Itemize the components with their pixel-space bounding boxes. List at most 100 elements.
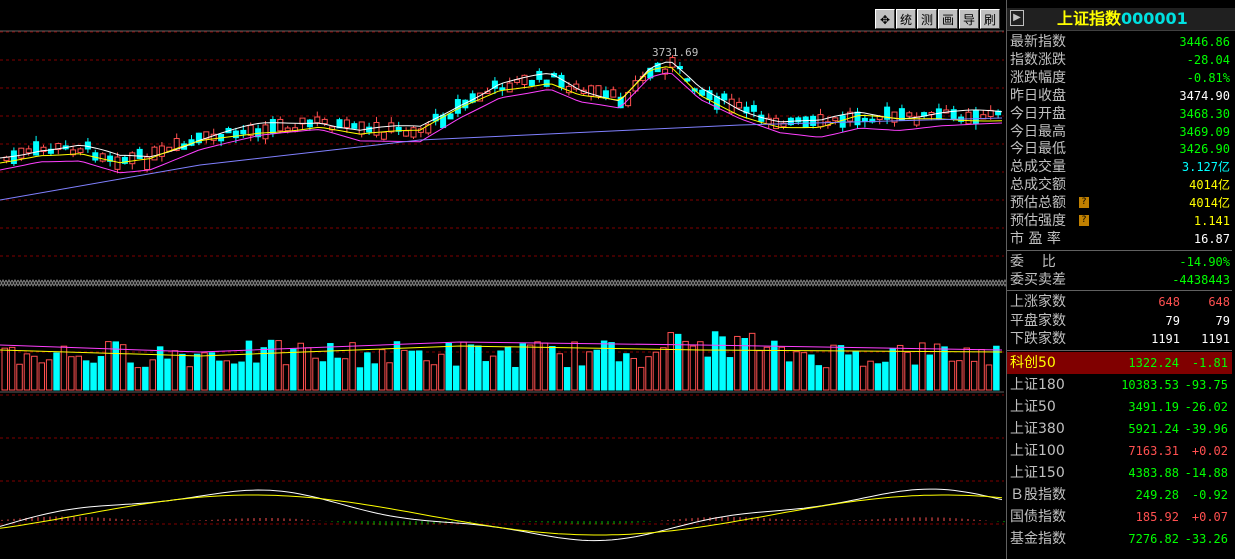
macd-dea-line xyxy=(0,494,1003,536)
breadth-label: 平盘家数 xyxy=(1010,312,1066,329)
candle-body xyxy=(543,79,550,87)
kline-chart[interactable] xyxy=(0,0,1006,559)
breadth-row: 平盘家数 79 79 xyxy=(1007,312,1232,330)
candle-body xyxy=(861,117,868,123)
candle-body xyxy=(750,105,757,112)
volume-bar xyxy=(193,353,201,391)
candle-body xyxy=(506,82,513,93)
index-row-change: -1.81 xyxy=(1191,356,1228,370)
stats-button[interactable]: 统 xyxy=(896,9,916,29)
volume-bar xyxy=(341,358,349,391)
volume-bar xyxy=(667,332,674,391)
index-row[interactable]: Ｂ股指数 249.28 -0.92 xyxy=(1007,484,1232,506)
volume-bar xyxy=(423,360,430,391)
volume-bar xyxy=(563,367,571,391)
panel-header: ▶ 上证指数000001 xyxy=(1007,8,1235,31)
order-row: 委买卖差 -4438443 xyxy=(1007,271,1232,289)
measure-button[interactable]: 测 xyxy=(917,9,937,29)
chart-area[interactable]: 3731.69 ✥ 统 测 画 导 刷 xyxy=(0,0,1006,559)
stat-value: 1.141 xyxy=(1193,214,1230,228)
index-row-label: Ｂ股指数 xyxy=(1010,487,1066,503)
index-row[interactable]: 基金指数 7276.82 -33.26 xyxy=(1007,528,1232,550)
index-row-change: -14.88 xyxy=(1184,466,1228,480)
candle-body xyxy=(77,148,84,154)
volume-bar xyxy=(852,350,859,391)
volume-bar xyxy=(238,361,245,391)
stat-label: 指数涨跌 xyxy=(1010,51,1066,68)
stat-label: 预估强度 xyxy=(1010,213,1066,229)
index-row[interactable]: 上证100 7163.31 +0.02 xyxy=(1007,440,1232,462)
volume-bar xyxy=(785,361,793,391)
volume-bar xyxy=(253,362,260,391)
volume-bar xyxy=(882,361,889,391)
volume-bar xyxy=(645,356,652,391)
volume-bar xyxy=(630,357,637,391)
guide-button[interactable]: 导 xyxy=(959,9,979,29)
breadth-total: 1191 xyxy=(1201,332,1230,346)
stat-label: 今日开盘 xyxy=(1010,105,1066,122)
volume-bar xyxy=(334,357,341,391)
index-row-price: 249.28 xyxy=(1135,488,1179,502)
candle-body xyxy=(321,118,328,125)
stat-row: 总成交量 3.127亿 xyxy=(1007,158,1232,176)
volume-bar xyxy=(45,359,53,391)
candle-body xyxy=(25,148,32,154)
stat-row: 总成交额 4014亿 xyxy=(1007,176,1232,194)
volume-bar xyxy=(186,366,193,391)
volume-bar xyxy=(874,363,882,391)
breadth-row: 下跌家数 1191 1191 xyxy=(1007,330,1232,348)
index-row[interactable]: 上证150 4383.88 -14.88 xyxy=(1007,462,1232,484)
stat-label: 市 盈 率 xyxy=(1010,230,1061,247)
stat-label: 昨日收盘 xyxy=(1010,87,1066,104)
index-row-label: 上证380 xyxy=(1010,421,1065,437)
volume-bar xyxy=(800,352,808,391)
index-row[interactable]: 上证180 10383.53 -93.75 xyxy=(1007,374,1232,396)
index-row-change: -39.96 xyxy=(1184,422,1228,436)
candle-body xyxy=(558,74,565,88)
candle-body xyxy=(388,122,395,133)
order-value: -4438443 xyxy=(1172,273,1230,287)
index-row[interactable]: 上证380 5921.24 -39.96 xyxy=(1007,418,1232,440)
stat-label: 预估总额 xyxy=(1010,195,1066,212)
candle-body xyxy=(447,113,454,120)
help-icon[interactable]: ? xyxy=(1079,215,1089,226)
volume-bar xyxy=(134,367,142,391)
candle-body xyxy=(610,89,617,98)
volume-bar xyxy=(896,344,904,391)
move-icon[interactable]: ✥ xyxy=(875,9,895,29)
index-row-label: 上证50 xyxy=(1010,399,1056,415)
index-row[interactable]: 上证50 3491.19 -26.02 xyxy=(1007,396,1232,418)
candle-body xyxy=(284,127,291,132)
volume-bar xyxy=(460,341,467,391)
index-row-price: 7276.82 xyxy=(1128,532,1179,546)
volume-bar xyxy=(608,342,615,391)
breadth-row: 上涨家数 648 648 xyxy=(1007,293,1232,311)
index-row-label: 上证100 xyxy=(1010,443,1065,459)
volume-bar xyxy=(682,340,689,391)
stat-row: 今日最低 3426.90 xyxy=(1007,140,1232,158)
refresh-button[interactable]: 刷 xyxy=(980,9,1000,29)
draw-button[interactable]: 画 xyxy=(938,9,958,29)
volume-bar xyxy=(571,341,578,391)
help-icon[interactable]: ? xyxy=(1079,197,1089,209)
volume-bar xyxy=(652,351,660,391)
volume-bar xyxy=(549,346,556,391)
volume-bar xyxy=(230,363,238,391)
order-label: 委买卖差 xyxy=(1010,272,1066,288)
volume-bar xyxy=(156,346,164,391)
volume-bar xyxy=(497,350,504,391)
volume-bar xyxy=(82,360,90,391)
volume-bar xyxy=(201,352,208,391)
volume-bar xyxy=(386,362,393,391)
index-row[interactable]: 国债指数 185.92 +0.07 xyxy=(1007,506,1232,528)
candle-body xyxy=(536,70,543,80)
stat-row: 昨日收盘 3474.90 xyxy=(1007,87,1232,105)
volume-bar xyxy=(223,360,230,391)
volume-bar xyxy=(859,365,867,391)
volume-bar xyxy=(512,366,519,391)
index-row-label: 基金指数 xyxy=(1010,531,1066,547)
volume-bar xyxy=(68,356,75,391)
volume-bar xyxy=(815,365,822,391)
index-row[interactable]: 科创50 1322.24 -1.81 xyxy=(1007,352,1232,374)
collapse-icon[interactable]: ▶ xyxy=(1010,10,1024,26)
